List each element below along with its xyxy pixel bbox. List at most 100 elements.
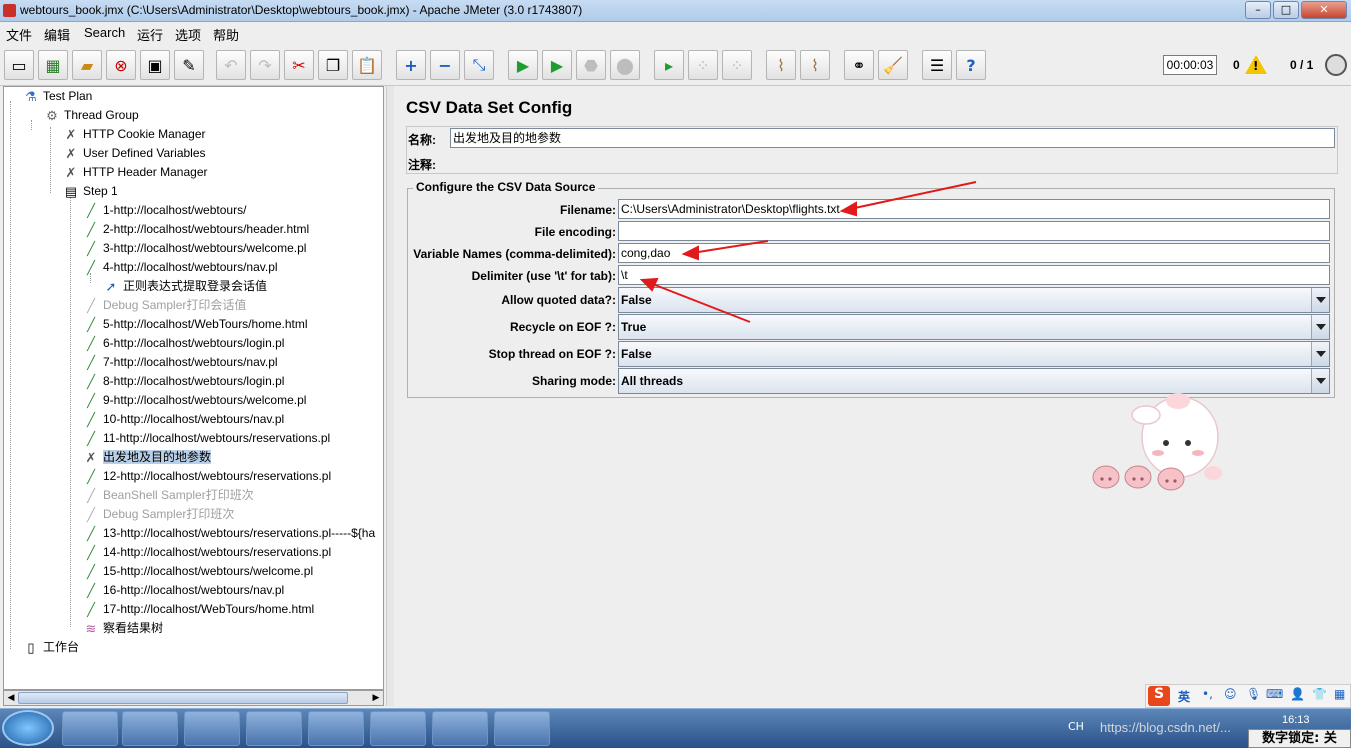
tree-node[interactable]: ╱ BeanShell Sampler打印班次 (83, 486, 254, 505)
tree-node[interactable]: ╱ 8-http://localhost/webtours/login.pl (83, 372, 284, 391)
tree-node[interactable]: ╱ 17-http://localhost/WebTours/home.html (83, 600, 314, 619)
cmd-taskbar-icon[interactable] (308, 711, 364, 746)
tree-node[interactable]: ╱ 4-http://localhost/webtours/nav.pl (83, 258, 277, 277)
ime-toolbar[interactable]: S 英 •, ☺ 🎙 ⌨ 👤 👕 ▦ (1145, 684, 1351, 708)
new-icon[interactable]: ▭ (4, 50, 34, 80)
system-clock[interactable]: 16:13 (1282, 714, 1310, 726)
comment-input[interactable] (450, 152, 1335, 172)
remote-start-icon[interactable]: ▸ (654, 50, 684, 80)
tree-scroll-thumb[interactable] (18, 692, 348, 704)
minimize-button[interactable]: – (1245, 1, 1271, 19)
reset-search-icon[interactable]: 🧹 (878, 50, 908, 80)
tree-node[interactable]: ╱ 3-http://localhost/webtours/welcome.pl (83, 239, 306, 258)
search-icon[interactable]: ⚭ (844, 50, 874, 80)
tree-node[interactable]: ⚗ Test Plan (23, 87, 92, 106)
tree-node[interactable]: ╱ 5-http://localhost/WebTours/home.html (83, 315, 307, 334)
tree-node[interactable]: ⚙ Thread Group (44, 106, 139, 125)
tree-node[interactable]: ✗ User Defined Variables (63, 144, 206, 163)
tree-node[interactable]: ╱ 9-http://localhost/webtours/welcome.pl (83, 391, 306, 410)
close-button[interactable]: ✕ (1301, 1, 1347, 19)
eclipse-taskbar-icon[interactable] (494, 711, 550, 746)
keyboard-icon[interactable]: ⌨ (1266, 687, 1283, 701)
pipette-icon: ╱ (87, 240, 95, 256)
clear-all-icon[interactable]: ⌇ (800, 50, 830, 80)
save-icon[interactable]: ▣ (140, 50, 170, 80)
close-file-icon[interactable]: ⊗ (106, 50, 136, 80)
menu-search[interactable]: Search (84, 25, 125, 40)
voice-icon[interactable]: 🎙 (1246, 687, 1261, 701)
paste-icon[interactable]: 📋 (352, 50, 382, 80)
function-helper-icon[interactable]: ☰ (922, 50, 952, 80)
scroll-left-icon[interactable]: ◀ (4, 691, 18, 705)
tree-node[interactable]: ╱ Debug Sampler打印会话值 (83, 296, 246, 315)
remote-stop-icon[interactable]: ⁘ (688, 50, 718, 80)
templates-icon[interactable]: ▦ (38, 50, 68, 80)
tree-node[interactable]: ╱ 7-http://localhost/webtours/nav.pl (83, 353, 277, 372)
notepad-taskbar-icon[interactable] (432, 711, 488, 746)
stop-icon[interactable]: ⬣ (576, 50, 606, 80)
start-icon[interactable]: ▶ (508, 50, 538, 80)
chevron-down-icon[interactable] (1311, 369, 1329, 393)
tree-node[interactable]: ╱ 6-http://localhost/webtours/login.pl (83, 334, 284, 353)
maximize-button[interactable]: □ (1273, 1, 1299, 19)
tree-node[interactable]: ╱ 11-http://localhost/webtours/reservatio… (83, 429, 330, 448)
menu-file[interactable]: 文件 (6, 25, 32, 44)
name-input[interactable]: 出发地及目的地参数 (450, 128, 1335, 148)
skin-icon[interactable]: 👕 (1312, 687, 1327, 701)
scroll-right-icon[interactable]: ▶ (369, 691, 383, 705)
ie-taskbar-icon[interactable] (62, 711, 118, 746)
menu-options[interactable]: 选项 (175, 25, 201, 44)
collapse-all-icon[interactable]: − (430, 50, 460, 80)
explorer-taskbar-icon[interactable] (122, 711, 178, 746)
toolbox-icon[interactable]: ▦ (1334, 687, 1345, 701)
tree-node[interactable]: ╱ 16-http://localhost/webtours/nav.pl (83, 581, 284, 600)
help-icon[interactable]: ? (956, 50, 986, 80)
undo-icon[interactable]: ↶ (216, 50, 246, 80)
shutdown-icon[interactable]: ⬤ (610, 50, 640, 80)
editor-taskbar-icon[interactable] (370, 711, 426, 746)
toggle-icon[interactable]: ⤡ (464, 50, 494, 80)
tree-node[interactable]: ╱ 14-http://localhost/webtours/reservatio… (83, 543, 331, 562)
tree-node[interactable]: ╱ 12-http://localhost/webtours/reservatio… (83, 467, 331, 486)
emoji-icon[interactable]: ☺ (1224, 687, 1237, 701)
redo-icon[interactable]: ↷ (250, 50, 280, 80)
remote-shutdown-icon[interactable]: ⁘ (722, 50, 752, 80)
tree-node[interactable]: ╱ Debug Sampler打印班次 (83, 505, 234, 524)
menu-run[interactable]: 运行 (137, 25, 163, 44)
chevron-down-icon[interactable] (1311, 315, 1329, 339)
user-icon[interactable]: 👤 (1290, 687, 1305, 701)
menu-help[interactable]: 帮助 (213, 25, 239, 44)
expand-all-icon[interactable]: + (396, 50, 426, 80)
tree-node[interactable]: ✗ 出发地及目的地参数 (83, 448, 212, 467)
save-screen-icon[interactable]: ✎ (174, 50, 204, 80)
tree-node[interactable]: ✗ HTTP Cookie Manager (63, 125, 206, 144)
copy-icon[interactable]: ❐ (318, 50, 348, 80)
tree-node-label: HTTP Cookie Manager (83, 127, 206, 141)
chevron-down-icon[interactable] (1311, 288, 1329, 312)
open-icon[interactable]: ▰ (72, 50, 102, 80)
menu-edit[interactable]: 编辑 (44, 25, 70, 44)
punctuation-icon[interactable]: •, (1202, 687, 1213, 701)
tree-node[interactable]: ▤ Step 1 (63, 182, 118, 201)
tree-node[interactable]: ≋ 察看结果树 (83, 619, 163, 638)
tree-node[interactable]: ▯ 工作台 (23, 638, 79, 657)
tree-node[interactable]: ╱ 1-http://localhost/webtours/ (83, 201, 246, 220)
chevron-down-icon[interactable] (1311, 342, 1329, 366)
stop-thread-eof-select[interactable]: False (618, 341, 1330, 367)
start-button[interactable] (2, 710, 54, 746)
split-pane-divider[interactable] (386, 86, 394, 706)
tree-node[interactable]: ╱ 13-http://localhost/webtours/reservatio… (83, 524, 375, 543)
tree-node[interactable]: ➚ 正则表达式提取登录会话值 (103, 277, 267, 296)
tree-node[interactable]: ╱ 10-http://localhost/webtours/nav.pl (83, 410, 284, 429)
jmeter-taskbar-icon[interactable] (246, 711, 302, 746)
cut-icon[interactable]: ✂ (284, 50, 314, 80)
tree-node[interactable]: ╱ 2-http://localhost/webtours/header.html (83, 220, 309, 239)
start-no-pauses-icon[interactable]: ▶ (542, 50, 572, 80)
ime-mode-label[interactable]: 英 (1178, 688, 1190, 705)
tree-node[interactable]: ✗ HTTP Header Manager (63, 163, 208, 182)
sogou-icon[interactable]: S (1148, 686, 1170, 706)
tree-node[interactable]: ╱ 15-http://localhost/webtours/welcome.pl (83, 562, 313, 581)
clear-icon[interactable]: ⌇ (766, 50, 796, 80)
chrome-taskbar-icon[interactable] (184, 711, 240, 746)
language-indicator[interactable]: CH (1068, 720, 1084, 733)
